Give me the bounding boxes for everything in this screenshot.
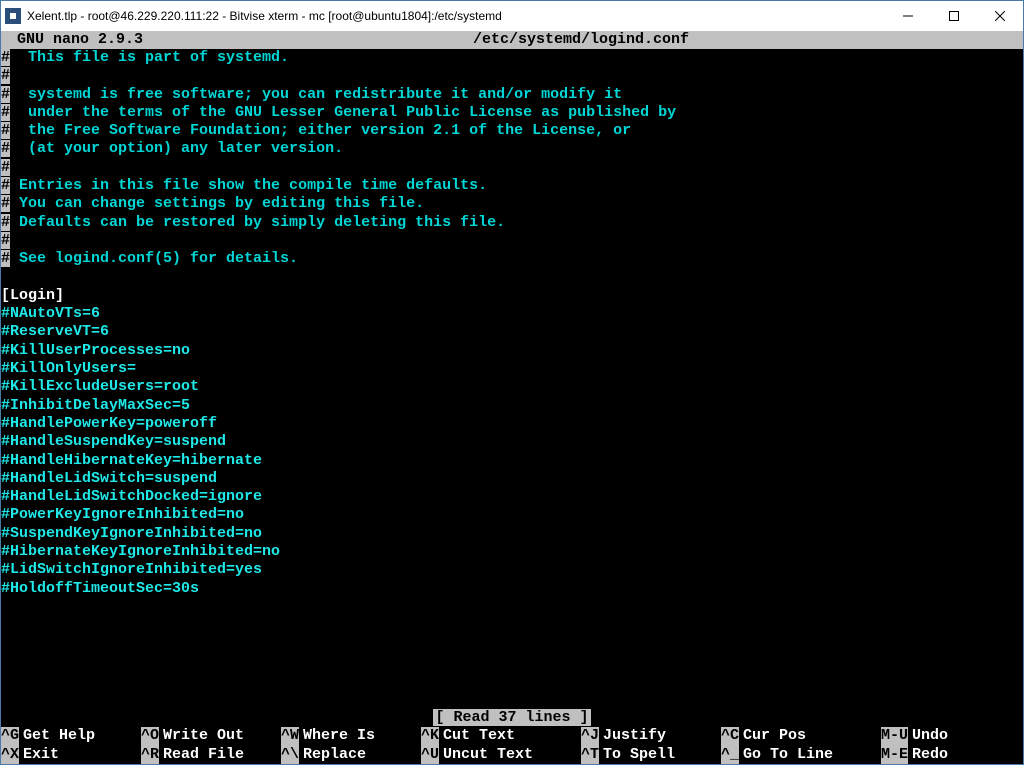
shortcut-get-help[interactable]: ^GGet Help: [1, 727, 141, 745]
titlebar[interactable]: Xelent.tlp - root@46.229.220.111:22 - Bi…: [1, 1, 1023, 31]
section-header: [Login]: [1, 287, 64, 304]
shortcut-redo[interactable]: M-ERedo: [881, 746, 1001, 764]
minimize-icon: [903, 11, 913, 21]
window-title: Xelent.tlp - root@46.229.220.111:22 - Bi…: [27, 9, 885, 23]
shortcut-write-out[interactable]: ^OWrite Out: [141, 727, 281, 745]
nano-filepath: /etc/systemd/logind.conf: [143, 31, 1019, 49]
shortcut-replace[interactable]: ^\Replace: [281, 746, 421, 764]
status-line: [ Read 37 lines ]: [1, 709, 1023, 727]
nano-version: GNU nano 2.9.3: [5, 31, 143, 49]
nano-header: GNU nano 2.9.3 /etc/systemd/logind.conf: [1, 31, 1023, 49]
shortcut-bar: ^GGet Help ^OWrite Out ^WWhere Is ^KCut …: [1, 727, 1023, 764]
editor-content[interactable]: # This file is part of systemd.## system…: [1, 49, 1023, 709]
close-button[interactable]: [977, 1, 1023, 31]
app-icon: [5, 8, 21, 24]
minimize-button[interactable]: [885, 1, 931, 31]
shortcut-row-2: ^XExit ^RRead File ^\Replace ^UUncut Tex…: [1, 746, 1023, 764]
shortcut-row-1: ^GGet Help ^OWrite Out ^WWhere Is ^KCut …: [1, 727, 1023, 745]
status-text: [ Read 37 lines ]: [433, 709, 590, 726]
shortcut-cut-text[interactable]: ^KCut Text: [421, 727, 581, 745]
shortcut-cur-pos[interactable]: ^CCur Pos: [721, 727, 881, 745]
shortcut-undo[interactable]: M-UUndo: [881, 727, 1001, 745]
maximize-button[interactable]: [931, 1, 977, 31]
close-icon: [995, 11, 1005, 21]
shortcut-exit[interactable]: ^XExit: [1, 746, 141, 764]
shortcut-justify[interactable]: ^JJustify: [581, 727, 721, 745]
shortcut-uncut-text[interactable]: ^UUncut Text: [421, 746, 581, 764]
shortcut-go-to-line[interactable]: ^_Go To Line: [721, 746, 881, 764]
shortcut-read-file[interactable]: ^RRead File: [141, 746, 281, 764]
shortcut-where-is[interactable]: ^WWhere Is: [281, 727, 421, 745]
shortcut-to-spell[interactable]: ^TTo Spell: [581, 746, 721, 764]
terminal[interactable]: GNU nano 2.9.3 /etc/systemd/logind.conf …: [1, 31, 1023, 764]
app-window: Xelent.tlp - root@46.229.220.111:22 - Bi…: [0, 0, 1024, 765]
maximize-icon: [949, 11, 959, 21]
window-controls: [885, 1, 1023, 31]
